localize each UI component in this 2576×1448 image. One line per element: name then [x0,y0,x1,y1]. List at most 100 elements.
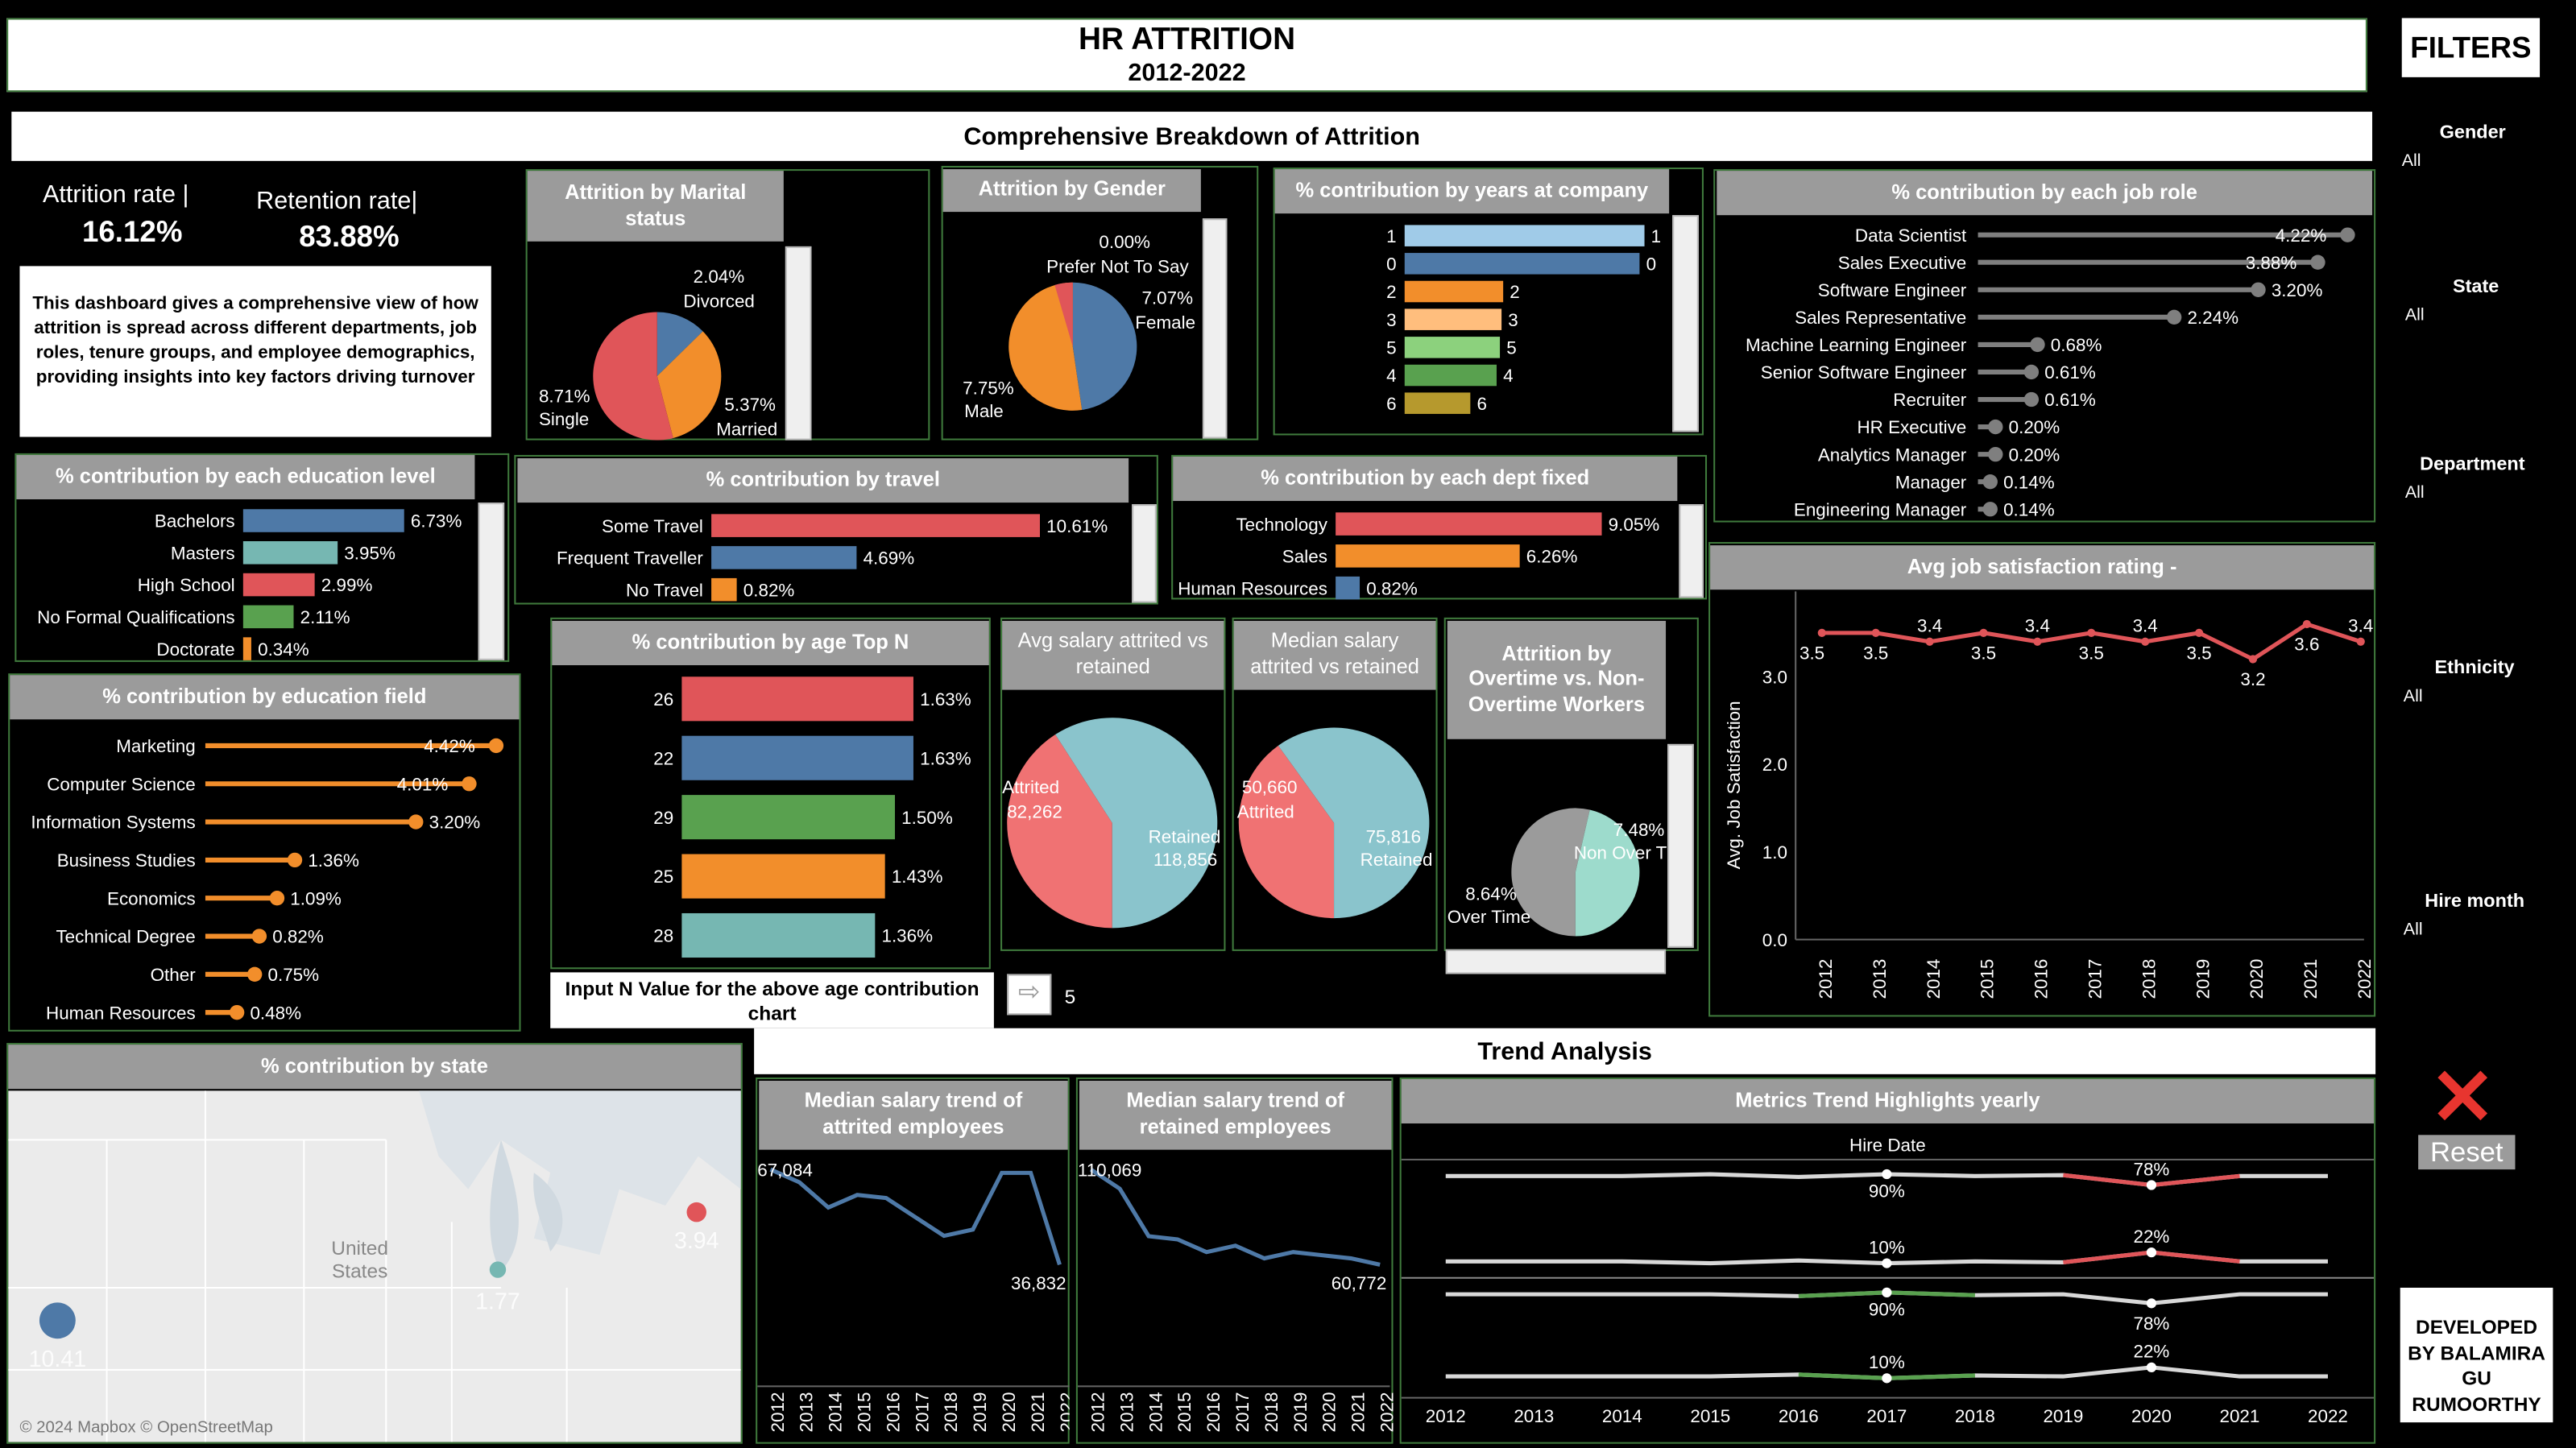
dept-bar-chart: Technology 9.05% Sales 6.26% Human Resources… [1178,512,1659,600]
category-label: Machine Learning Engineer [1746,335,1967,355]
attrition-rate-value: 16.12% [81,215,183,248]
overtime-hscrollbar[interactable] [1445,949,1667,974]
retained-trend-title: Median salary trend of retained employee… [1079,1080,1392,1150]
data-label: 0.82% [1366,578,1418,598]
data-label: 1.63% [920,689,971,710]
slice-name: Prefer Not To Say [1046,257,1189,277]
category-label: Software Engineer [1818,280,1967,300]
age-input-arrow-button[interactable]: ⇨ [1007,974,1052,1016]
lollipop-head [2030,337,2045,353]
state-value: 3.94 [674,1228,719,1254]
category-label: Bachelors [155,511,235,532]
avgsalary-title: Avg salary attrited vs retained [1002,620,1224,690]
lollipop-head [462,776,477,792]
line-point [1817,628,1826,637]
x-tick: 2013 [1870,959,1890,999]
state-map[interactable]: UnitedStates © 2024 Mapbox © OpenStreetMa… [8,1090,741,1442]
category-label: Marketing [116,736,195,756]
jobrole-lollipop-chart: Data Scientist 4.22% Sales Executive 3.88% S… [1746,225,2355,519]
x-tick: 2018 [2139,959,2159,999]
filter-department-label: Department [2420,454,2525,475]
marital-title: Attrition by Marital status [527,171,784,242]
slice-value: 7.48% [1613,820,1665,840]
x-tick: 2013 [1514,1406,1554,1426]
lollipop-head [2310,254,2325,270]
attrition-rate-label: Attrition rate | [43,180,189,209]
data-label-last: 60,772 [1331,1273,1387,1293]
line-point [2141,637,2150,646]
data-label: 1.36% [881,926,933,946]
data-label: 3.4 [2348,616,2373,636]
travel-scrollbar[interactable] [1132,504,1157,603]
state-title: % contribution by state [8,1045,741,1090]
trend-label: 10% [1869,1237,1905,1257]
dept-scrollbar[interactable] [1679,504,1704,598]
state-bubble [489,1261,507,1278]
slice-name: Attrited [1002,777,1059,797]
bar [1404,308,1502,330]
age-bar-chart: 26 1.63% 22 1.63% 29 1.50% 25 1.43% 28 1.36% [653,676,971,958]
filter-state-label: State [2452,277,2499,298]
slice-name: Non Over T [1574,843,1667,863]
category-label: 25 [653,867,673,887]
line-series [1089,1168,1381,1267]
filter-hire-month-select[interactable]: All [2404,920,2423,939]
data-label: 3.5 [1863,643,1888,664]
category-label: Sales Representative [1795,308,1966,328]
line-point [2194,628,2204,637]
x-tick: 2012 [768,1392,788,1433]
x-tick: 2021 [1348,1392,1369,1433]
years-title: % contribution by years at company [1274,169,1670,214]
data-label: 0.14% [2003,472,2055,492]
category-label: Doctorate [156,639,234,660]
line-point [2356,637,2365,646]
category-label: Frequent Traveller [557,548,703,569]
gender-scrollbar[interactable] [1202,218,1228,439]
data-label: 4.22% [2276,225,2327,246]
x-axis-title: Hire Date [1849,1136,1926,1156]
slice-value: 75,816 [1366,826,1422,846]
age-input-label: Input N Value for the above age contribu… [550,972,994,1028]
data-label-first: 67,084 [757,1160,813,1180]
data-label: 3.2 [2240,669,2265,689]
slice-value: 7.07% [1141,288,1193,308]
category-label: Manager [1895,472,1967,492]
data-label: 3.4 [2133,616,2158,636]
metrics-trend-chart: Hire Date 90% 78% 10% 22% 90% 78% 10% 22% 2012 201… [1401,1136,2375,1426]
reset-button[interactable]: Reset [2418,1135,2516,1170]
reset-icon[interactable] [2435,1068,2491,1123]
category-label: Human Resources [1178,578,1327,598]
y-tick: 0.0 [1762,930,1787,950]
category-label: Information Systems [31,813,195,833]
bar [711,514,1041,537]
category-label: Technology [1236,515,1327,535]
travel-bar-chart: Some Travel 10.61% Frequent Traveller 4.69%… [557,514,1108,602]
x-tick: 2017 [1866,1406,1907,1426]
filter-ethnicity-select[interactable]: All [2404,687,2423,706]
bar [711,577,737,602]
slice-name: Single [539,409,589,429]
years-scrollbar[interactable] [1672,215,1699,432]
x-tick: 2020 [2247,959,2267,999]
trend-label: 78% [2133,1159,2169,1179]
age-input-value[interactable]: 5 [1065,986,1076,1009]
trend-point [2146,1298,2157,1309]
education-title: % contribution by each education level [16,454,475,500]
category-label: Recruiter [1893,390,1966,410]
data-label: 0.82% [272,927,324,947]
filter-gender-select[interactable]: All [2402,151,2421,171]
trend-point [1882,1169,1892,1180]
slice-value: 5.37% [724,395,776,415]
bar [681,795,896,840]
education-scrollbar[interactable] [478,503,505,660]
gender-title: Attrition by Gender [942,169,1201,213]
data-label: 4.01% [397,774,449,794]
avgsalary-pie-chart: Attrited 82,262 Retained 118,856 [1002,718,1220,929]
bar [1404,364,1497,387]
filter-department-select[interactable]: All [2405,483,2425,503]
overtime-scrollbar[interactable] [1667,743,1694,948]
filter-state-select[interactable]: All [2405,305,2425,325]
category-label: Economics [107,888,196,908]
trend-label: 10% [1869,1352,1905,1372]
x-tick: 2012 [1088,1392,1108,1433]
